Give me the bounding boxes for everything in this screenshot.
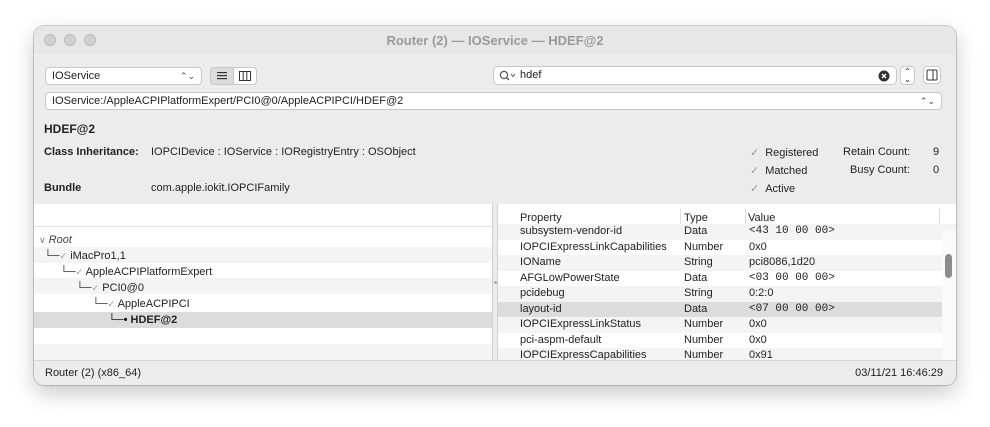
tree-branch-icon: └─• (108, 314, 128, 326)
table-row[interactable]: AFGLowPowerState Data <03 00 00 00> (498, 271, 956, 287)
class-inheritance-value: IOPCIDevice : IOService : IORegistryEntr… (151, 146, 416, 158)
inspector-toggle-button[interactable] (923, 66, 941, 84)
column-header-type[interactable]: Type (684, 212, 708, 224)
tree-branch-icon: └─ (92, 298, 108, 310)
sidebar-icon (926, 69, 938, 81)
bundle-value: com.apple.iokit.IOPCIFamily (151, 182, 290, 194)
column-divider (745, 209, 746, 224)
busy-count-label: Busy Count: (850, 164, 910, 176)
table-scrollbar[interactable] (942, 230, 956, 360)
tree-node-imacpro[interactable]: └─✓ iMacPro1,1 (44, 250, 126, 262)
table-row[interactable]: IOName String pci8086,1d20 (498, 255, 956, 271)
column-divider (939, 209, 940, 224)
search-icon (499, 70, 516, 81)
ioreg-window: Router (2) — IOService — HDEF@2 IOServic… (34, 26, 956, 385)
columns-icon (239, 71, 251, 81)
plane-select[interactable]: IOService ⌃⌄ (45, 67, 202, 85)
column-header-property[interactable]: Property (520, 212, 562, 224)
clear-search-icon[interactable] (878, 70, 890, 82)
search-input[interactable]: hdef (520, 69, 541, 81)
bundle-label: Bundle (44, 182, 82, 194)
path-select[interactable]: IOService:/AppleACPIPlatformExpert/PCI0@… (45, 92, 942, 110)
tree-branch-icon: └─ (60, 266, 76, 278)
search-field[interactable]: hdef (493, 66, 897, 85)
busy-count-value: 0 (933, 164, 940, 176)
up-down-chevron-icon: ⌃⌄ (179, 71, 195, 81)
status-timestamp: 03/11/21 16:46:29 (855, 367, 943, 379)
plane-select-value: IOService (52, 70, 101, 82)
object-name: HDEF@2 (44, 122, 96, 136)
up-down-chevron-icon: ⌃⌄ (904, 67, 911, 84)
registered-flag: ✓ Registered (750, 147, 819, 159)
tree-branch-icon: └─ (44, 250, 60, 262)
list-icon (217, 72, 227, 80)
tree-row-stripe (34, 344, 492, 360)
tree-header (34, 204, 492, 227)
tree-node-platform-expert[interactable]: └─✓ AppleACPIPlatformExpert (60, 266, 212, 278)
property-table: Property Type Value subsystem-vendor-id … (498, 204, 956, 360)
matched-flag: ✓ Matched (750, 165, 808, 177)
checkmark-icon: ✓ (750, 147, 760, 159)
status-bar: Router (2) (x86_64) 03/11/21 16:46:29 (34, 360, 956, 385)
active-flag: ✓ Active (750, 183, 796, 195)
table-row[interactable]: IOPCIExpressLinkStatus Number 0x0 (498, 317, 956, 333)
table-row-selected[interactable]: layout-id Data <07 00 00 00> (498, 302, 956, 318)
class-inheritance-label: Class Inheritance: (44, 146, 139, 158)
table-row[interactable]: subsystem-vendor-id Data <43 10 00 00> (498, 224, 956, 240)
column-view-button[interactable] (233, 67, 257, 85)
table-row[interactable]: IOPCIExpressCapabilities Number 0x91 (498, 348, 956, 360)
window-title: Router (2) — IOService — HDEF@2 (386, 33, 604, 48)
tree-node-root[interactable]: ∨ Root (39, 234, 72, 246)
table-row[interactable]: IOPCIExpressLinkCapabilities Number 0x0 (498, 240, 956, 256)
checkmark-icon: ✓ (750, 183, 760, 195)
up-down-chevron-icon: ⌃⌄ (919, 96, 935, 106)
tree-node-hdef[interactable]: └─• HDEF@2 (108, 314, 177, 326)
table-row[interactable]: pcidebug String 0:2:0 (498, 286, 956, 302)
retain-count-value: 9 (933, 146, 940, 158)
retain-count-label: Retain Count: (843, 146, 911, 158)
status-target: Router (2) (x86_64) (45, 367, 141, 379)
disclosure-chevron-icon[interactable]: ∨ (39, 235, 46, 245)
tree-branch-icon: └─ (76, 282, 92, 294)
tree-node-pci0[interactable]: └─✓ PCI0@0 (76, 282, 144, 294)
tree-row-selected (34, 312, 492, 328)
table-row[interactable]: pci-aspm-default Number 0x0 (498, 333, 956, 349)
list-view-button[interactable] (210, 67, 234, 85)
search-options-button[interactable]: ⌃ ⌄ (900, 66, 915, 85)
column-header-value[interactable]: Value (748, 212, 775, 224)
title-bar: Router (2) — IOService — HDEF@2 (34, 26, 956, 54)
tree-node-acpipci[interactable]: └─✓ AppleACPIPCI (92, 298, 190, 310)
checkmark-icon: ✓ (750, 165, 760, 177)
splitter-grip-icon (494, 281, 497, 284)
scrollbar-thumb[interactable] (945, 254, 952, 278)
column-divider (680, 209, 681, 224)
tree-pane: ∨ Root └─✓ iMacPro1,1 └─✓ AppleACPIPlatf… (34, 204, 492, 360)
path-value: IOService:/AppleACPIPlatformExpert/PCI0@… (52, 95, 404, 107)
